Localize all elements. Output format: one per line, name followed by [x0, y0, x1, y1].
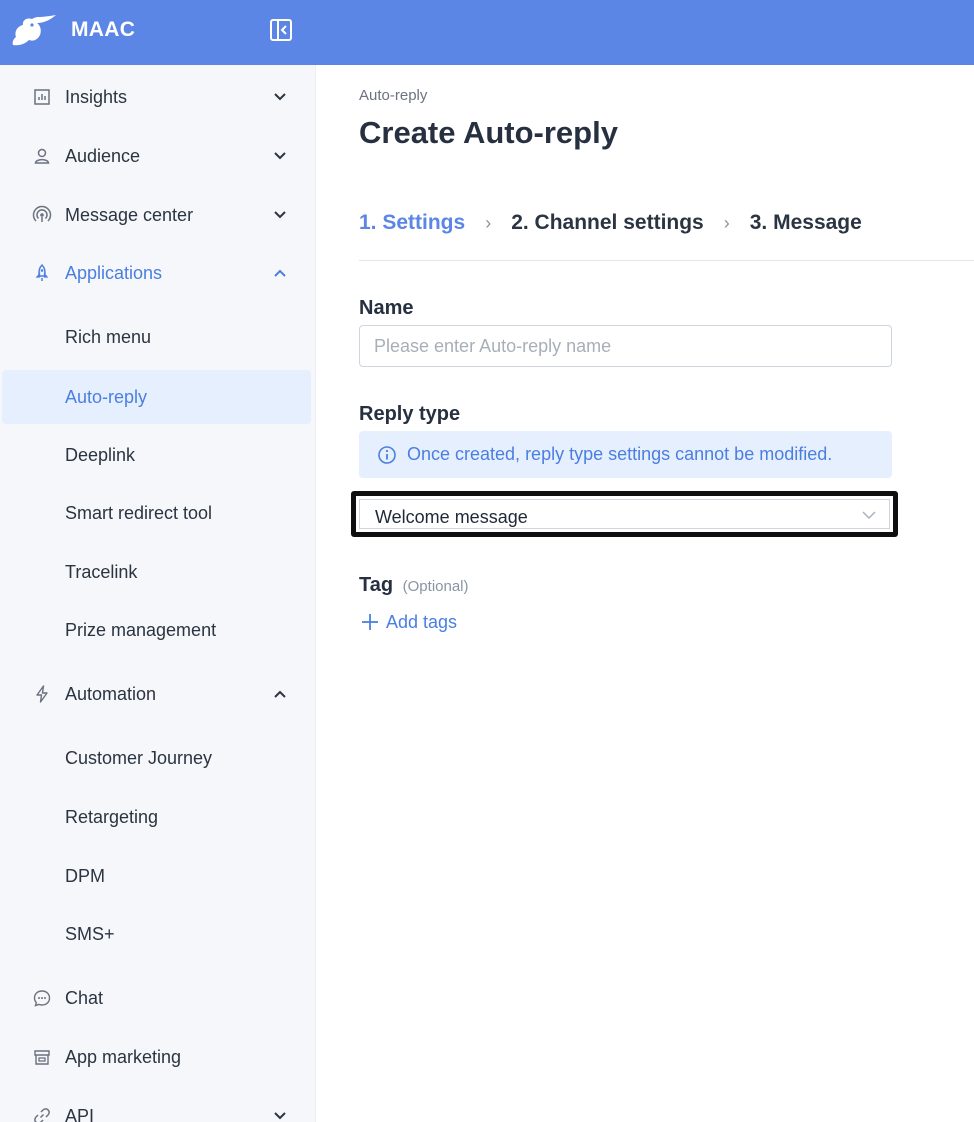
top-bar: MAAC — [0, 0, 974, 65]
sidebar-item-label: DPM — [65, 865, 105, 886]
sidebar-item-label: Audience — [65, 145, 141, 166]
sidebar-item-prize-management[interactable]: Prize management — [0, 603, 316, 657]
sidebar-item-label: Insights — [65, 86, 128, 107]
chevron-right-icon: › — [485, 212, 492, 233]
sidebar-item-app-marketing[interactable]: App marketing — [0, 1030, 316, 1084]
chevron-up-icon — [274, 690, 286, 698]
sidebar-item-sms-plus[interactable]: SMS+ — [0, 907, 316, 961]
step-indicator: 1. Settings › 2. Channel settings › 3. M… — [359, 208, 862, 238]
step-channel-settings[interactable]: 2. Channel settings — [511, 211, 704, 235]
sidebar-collapse-icon[interactable] — [268, 17, 294, 43]
tag-label-text: Tag — [359, 574, 394, 596]
info-icon — [378, 446, 396, 464]
step-settings[interactable]: 1. Settings — [359, 211, 465, 235]
divider — [359, 260, 974, 261]
sidebar-item-customer-journey[interactable]: Customer Journey — [0, 731, 316, 785]
tag-optional-text: (Optional) — [402, 578, 469, 595]
page-title: Create Auto-reply — [359, 115, 618, 150]
chevron-down-icon — [274, 93, 286, 101]
name-input[interactable] — [359, 325, 892, 367]
sidebar-item-rich-menu[interactable]: Rich menu — [0, 310, 316, 364]
rocket-icon — [35, 263, 49, 281]
chevron-down-icon — [274, 211, 286, 219]
sidebar-item-label: Tracelink — [65, 561, 138, 582]
sidebar-item-deeplink[interactable]: Deeplink — [0, 428, 316, 482]
chevron-right-icon: › — [723, 212, 730, 233]
sidebar-item-label: Customer Journey — [65, 747, 213, 768]
sidebar-item-label: Deeplink — [65, 444, 136, 465]
reply-type-notice: Once created, reply type settings cannot… — [359, 431, 892, 478]
sidebar-item-label: API — [65, 1105, 95, 1122]
sidebar-item-applications[interactable]: Applications — [0, 246, 316, 300]
lightning-icon — [36, 685, 48, 703]
chevron-down-icon — [274, 152, 286, 160]
chevron-down-icon — [274, 1112, 286, 1120]
chat-bubble-icon — [33, 990, 51, 1007]
sidebar-item-label: Automation — [65, 683, 157, 704]
sidebar-item-label: Auto-reply — [65, 386, 148, 407]
main-content: Auto-reply Create Auto-reply 1. Settings… — [316, 65, 974, 1122]
sidebar-item-message-center[interactable]: Message center — [0, 188, 316, 242]
sidebar-item-chat[interactable]: Chat — [0, 971, 316, 1025]
sidebar-item-label: Chat — [65, 987, 104, 1008]
sidebar-item-label: SMS+ — [65, 923, 115, 944]
sidebar-item-label: Prize management — [65, 619, 217, 640]
sidebar: Insights Audience Message center Applica… — [0, 65, 316, 1122]
sidebar-item-label: App marketing — [65, 1046, 182, 1067]
name-label: Name — [359, 297, 414, 319]
add-tags-label: Add tags — [386, 611, 458, 632]
reply-type-label: Reply type — [359, 403, 461, 425]
select-value: Welcome message — [375, 507, 528, 527]
bar-chart-icon — [34, 89, 50, 105]
sidebar-item-api[interactable]: API — [0, 1089, 316, 1122]
link-icon — [34, 1108, 50, 1122]
add-tags-button[interactable]: Add tags — [359, 611, 457, 633]
sidebar-item-smart-redirect-tool[interactable]: Smart redirect tool — [0, 486, 316, 540]
chevron-down-icon — [862, 511, 876, 519]
sidebar-item-automation[interactable]: Automation — [0, 667, 316, 721]
logo-icon — [12, 15, 56, 46]
user-icon — [34, 148, 50, 164]
sidebar-item-label: Message center — [65, 204, 194, 225]
sidebar-item-label: Smart redirect tool — [65, 502, 213, 523]
store-icon — [34, 1050, 50, 1065]
tag-label: Tag (Optional) — [359, 574, 469, 597]
sidebar-item-retargeting[interactable]: Retargeting — [0, 790, 316, 844]
step-message[interactable]: 3. Message — [750, 211, 862, 235]
plus-icon — [362, 614, 378, 630]
notice-text: Once created, reply type settings cannot… — [407, 444, 833, 464]
reply-type-select-highlight: Welcome message — [351, 491, 898, 537]
sidebar-item-label: Applications — [65, 262, 163, 283]
sidebar-item-tracelink[interactable]: Tracelink — [0, 545, 316, 599]
sidebar-item-dpm[interactable]: DPM — [0, 849, 316, 903]
sidebar-item-label: Rich menu — [65, 326, 152, 347]
brand-name: MAAC — [71, 18, 136, 41]
sidebar-item-insights[interactable]: Insights — [0, 70, 316, 124]
reply-type-select[interactable]: Welcome message — [359, 499, 890, 529]
breadcrumb[interactable]: Auto-reply — [359, 87, 427, 104]
chevron-up-icon — [274, 269, 286, 277]
sidebar-item-auto-reply[interactable]: Auto-reply — [2, 370, 311, 424]
sidebar-item-label: Retargeting — [65, 806, 159, 827]
broadcast-icon — [32, 205, 52, 222]
sidebar-item-audience[interactable]: Audience — [0, 129, 316, 183]
